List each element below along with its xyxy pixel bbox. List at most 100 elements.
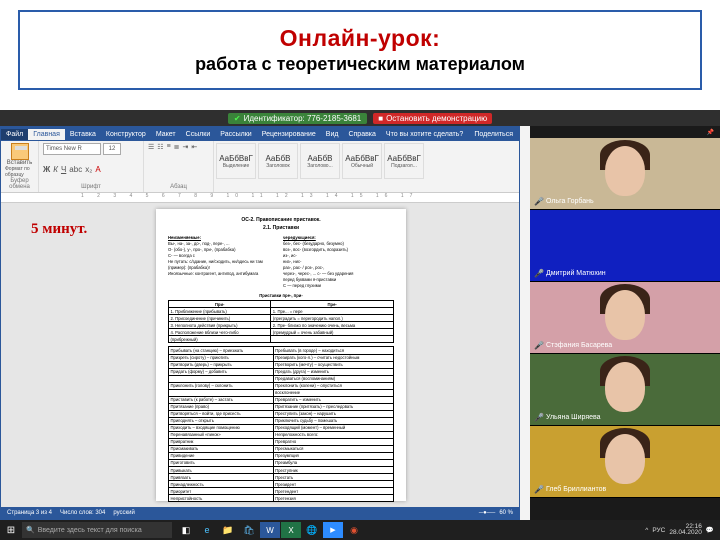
doc-subheading: 2.1. Приставки [168, 225, 394, 231]
indent-button[interactable]: ⇥ [183, 143, 189, 151]
font-color-button[interactable]: A [95, 165, 100, 174]
document-area[interactable]: 5 минут. ОС-2. Правописание приставок. 2… [1, 203, 519, 507]
doc-line: низ-, нис- [283, 259, 394, 264]
table-cell: Притворяться – войти, где присесть [169, 410, 274, 417]
word-tab-Конструктор[interactable]: Конструктор [101, 129, 151, 140]
table-cell: Притязание (право) [169, 403, 274, 410]
tray-date[interactable]: 28.04.2020 [669, 530, 702, 537]
start-button[interactable]: ⊞ [0, 520, 22, 540]
table-cell: Притворить (дверь) – прикрыть [169, 361, 274, 368]
mic-muted-icon: 🎤 [534, 341, 544, 350]
bullets-button[interactable]: ☰ [148, 143, 154, 151]
table-pre-pri: При-Пре-1. Приближение (прибывать)1. Пре… [168, 300, 394, 343]
style-box[interactable]: АаБбВвГПодзагол... [384, 143, 424, 179]
font-size-select[interactable]: 12 [103, 143, 121, 155]
table-cell: Презирать (кого-л.) – считать недостойны… [273, 354, 393, 361]
table-cell: Претензия [273, 495, 393, 502]
participant-name: 🎤Ольга Горбань [534, 197, 594, 206]
table-cell: 3. Неполнота действия (прикрыть) [169, 322, 271, 329]
style-box[interactable]: АаБбВЗаголово... [300, 143, 340, 179]
table-cell: Презумпция [273, 452, 393, 459]
style-box[interactable]: АаБбВвГОбычный [342, 143, 382, 179]
word-tab-Что вы хотите сделать?[interactable]: Что вы хотите сделать? [381, 129, 468, 140]
word-titlebar: ФайлГлавнаяВставкаКонструкторМакетСсылки… [1, 127, 519, 141]
word-tab-Макет[interactable]: Макет [151, 129, 181, 140]
align-center-button[interactable]: ≣ [174, 143, 180, 151]
table-cell: Привратник [169, 438, 274, 445]
doc-line: через-, черес-, ... с- — без ударения [283, 271, 394, 276]
search-icon: 🔍 [26, 526, 35, 534]
taskbar-search[interactable]: 🔍 Введите здесь текст для поиска [22, 522, 172, 538]
notifications-icon[interactable]: 💬 [706, 526, 714, 534]
font-group-label: Шрифт [43, 184, 139, 190]
table-cell [271, 336, 394, 343]
bold-button[interactable]: Ж [43, 165, 50, 174]
word-icon[interactable]: W [260, 522, 280, 538]
italic-button[interactable]: К [53, 165, 58, 174]
table-cell: Приподнять – открыть [169, 417, 274, 424]
table-cell: Пре- [271, 301, 394, 308]
pin-icon[interactable]: 📌 [707, 129, 714, 136]
zoom-slider[interactable]: ─●── [479, 510, 495, 516]
taskbar: ⊞ 🔍 Введите здесь текст для поиска ◧ e 📁… [0, 520, 720, 540]
doc-line: раз-, рас- / роз-, рос-, [283, 265, 394, 270]
word-tab-Главная[interactable]: Главная [28, 129, 65, 140]
mic-muted-icon: 🎤 [534, 269, 544, 278]
participant-tile[interactable]: 🎤Дмитрий Матюхин [530, 210, 720, 282]
col-right-header: чередующиеся: [283, 235, 394, 240]
task-view-button[interactable]: ◧ [176, 522, 196, 538]
align-left-button[interactable]: ≡ [167, 143, 171, 151]
stop-share-button[interactable]: Остановить демонстрацию [373, 113, 492, 124]
participant-tile[interactable]: 🎤Стэфания Басарева [530, 282, 720, 354]
word-tab-Справка[interactable]: Справка [343, 129, 380, 140]
excel-icon[interactable]: X [281, 522, 301, 538]
app-icon[interactable]: ◉ [344, 522, 364, 538]
style-box[interactable]: АаБбВвГВыделение [216, 143, 256, 179]
edge-icon[interactable]: e [197, 522, 217, 538]
doc-line: С — перед глухими [283, 283, 394, 288]
participants-panel: 📌 🎤Ольга Горбань 🎤Дмитрий Матюхин 🎤Стэфани… [530, 126, 720, 520]
word-tab-Ссылки[interactable]: Ссылки [181, 129, 216, 140]
format-painter[interactable]: Формат по образцу [5, 166, 34, 178]
doc-line: О- (обо-), у-, про-, при-, (прабабка) [168, 247, 279, 252]
folder-icon[interactable]: 📁 [218, 522, 238, 538]
font-name-select[interactable]: Times New R [43, 143, 101, 155]
doc-line: Не путать: с/здание, ни/сходить, ни/здес… [168, 259, 279, 264]
subscript-button[interactable]: x₂ [85, 165, 92, 174]
word-tab-Вставка[interactable]: Вставка [65, 129, 101, 140]
participant-name: 🎤Стэфания Басарева [534, 341, 612, 350]
document-page: ОС-2. Правописание приставок. 2.1. Прист… [156, 209, 406, 501]
ribbon: Вставить Формат по образцу Буфер обмена … [1, 141, 519, 193]
underline-button[interactable]: Ч [61, 165, 66, 174]
strike-button[interactable]: abc [69, 165, 82, 174]
outdent-button[interactable]: ⇤ [191, 143, 197, 151]
word-tab-Вид[interactable]: Вид [321, 129, 344, 140]
table-cell: Преступить (закон) – нарушить [273, 410, 393, 417]
style-box[interactable]: АаБбВЗаголовок [258, 143, 298, 179]
chrome-icon[interactable]: 🌐 [302, 522, 322, 538]
table-cell: (прибрежный) [169, 336, 271, 343]
table-cell: восклонение [273, 389, 393, 396]
tray-lang[interactable]: РУС [652, 527, 665, 534]
participant-tile[interactable]: 🎤Ольга Горбань [530, 138, 720, 210]
numbering-button[interactable]: ☷ [157, 143, 163, 151]
table-cell: (премудрый = очень забавный) [271, 329, 394, 336]
status-zoom[interactable]: 60 % [499, 510, 513, 516]
tray-chevron-icon[interactable]: ^ [645, 527, 648, 534]
mic-muted-icon: 🎤 [534, 485, 544, 494]
word-tab-Файл[interactable]: Файл [1, 129, 28, 140]
zoom-control-bar: Идентификатор: 776-2185-3681 Остановить … [0, 110, 720, 126]
word-tab-Рассылки[interactable]: Рассылки [215, 129, 256, 140]
table-cell: Приставить (к работе) – застать [169, 396, 274, 403]
styles-gallery[interactable]: АаБбВвГВыделениеАаБбВЗаголовокАаБбВЗагол… [214, 141, 519, 192]
table-cell: Предать (друга) – изменить [273, 368, 393, 375]
participant-tile[interactable]: 🎤Ульяна Ширяева [530, 354, 720, 426]
share-button[interactable]: Поделиться [468, 129, 519, 140]
status-lang[interactable]: русский [113, 510, 135, 516]
paste-icon[interactable] [11, 143, 29, 160]
store-icon[interactable]: 🛍 [239, 522, 259, 538]
zoom-icon[interactable]: ▶ [323, 522, 343, 538]
participant-tile[interactable]: 🎤Глеб Бриллиантов [530, 426, 720, 498]
word-tab-Рецензирование[interactable]: Рецензирование [257, 129, 321, 140]
col-left-header: Неизменяемые: [168, 235, 279, 240]
